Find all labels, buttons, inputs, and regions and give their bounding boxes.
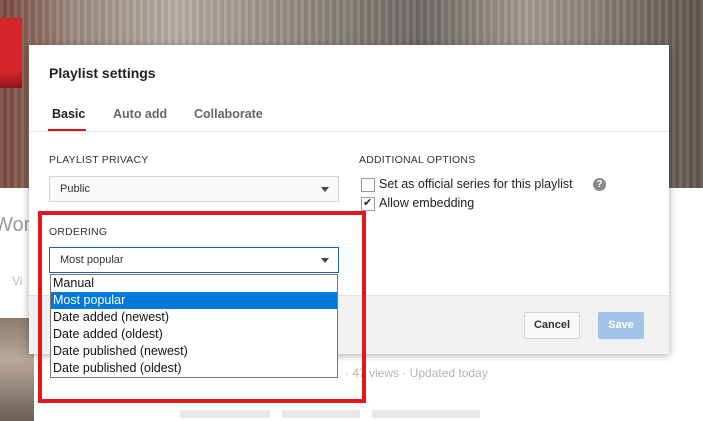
allow-embedding-label: Allow embedding [379,196,475,210]
dialog-title: Playlist settings [49,65,156,81]
official-series-label: Set as official series for this playlist [379,177,573,191]
help-icon[interactable]: ? [593,178,606,191]
official-series-checkbox[interactable] [361,178,375,192]
playlist-action-bar [180,410,480,418]
privacy-label: PLAYLIST PRIVACY [49,154,149,166]
chevron-down-icon [321,187,329,192]
tab-auto-add[interactable]: Auto add [113,107,167,121]
privacy-select-value: Public [60,183,90,195]
privacy-select[interactable]: Public [49,176,339,202]
tabs-divider [29,131,669,132]
save-button[interactable]: Save [598,312,644,339]
tab-collaborate[interactable]: Collaborate [194,107,263,121]
cancel-button[interactable]: Cancel [524,312,580,339]
highlight-annotation [38,211,366,403]
tab-basic[interactable]: Basic [52,107,85,121]
allow-embedding-checkbox[interactable] [361,196,375,211]
channel-tab-videos[interactable]: Vi [12,274,22,288]
banner-decoration [0,18,22,88]
additional-options-label: ADDITIONAL OPTIONS [359,154,476,166]
playlist-meta: · 47 views · Updated today [345,366,488,380]
